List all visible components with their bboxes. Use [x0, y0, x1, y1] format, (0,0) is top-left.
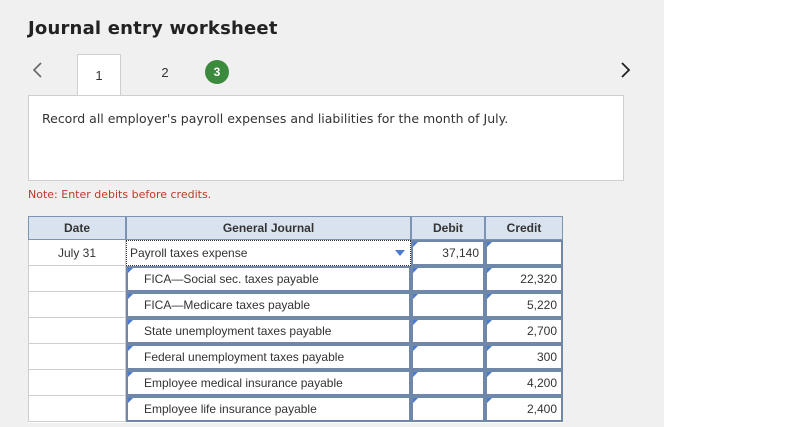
- date-cell[interactable]: [28, 370, 126, 396]
- credit-input[interactable]: [485, 240, 563, 266]
- cell-marker-icon: [487, 242, 492, 247]
- credit-input[interactable]: 4,200: [485, 370, 563, 396]
- debit-value: 37,140: [442, 246, 479, 260]
- table-row: FICA—Medicare taxes payable 5,220: [28, 292, 563, 318]
- table-row: Federal unemployment taxes payable 300: [28, 344, 563, 370]
- cell-marker-icon: [128, 346, 133, 351]
- table-row: Employee medical insurance payable 4,200: [28, 370, 563, 396]
- account-select[interactable]: Payroll taxes expense: [126, 240, 411, 266]
- credit-value: 4,200: [526, 376, 557, 390]
- account-select[interactable]: FICA—Medicare taxes payable: [126, 292, 411, 318]
- account-select[interactable]: State unemployment taxes payable: [126, 318, 411, 344]
- table-row: FICA—Social sec. taxes payable 22,320: [28, 266, 563, 292]
- credit-value: 5,220: [526, 298, 557, 312]
- credit-value: 2,400: [526, 402, 557, 416]
- date-cell[interactable]: [28, 396, 126, 422]
- debit-input[interactable]: [411, 396, 485, 422]
- header-general-journal: General Journal: [126, 216, 411, 240]
- credit-value: 22,320: [520, 272, 557, 286]
- previous-arrow-icon[interactable]: [30, 58, 46, 82]
- debit-input[interactable]: [411, 370, 485, 396]
- credit-value: 2,700: [526, 324, 557, 338]
- header-debit: Debit: [411, 216, 485, 240]
- debit-input[interactable]: [411, 266, 485, 292]
- cell-marker-icon: [413, 398, 418, 403]
- account-label: FICA—Medicare taxes payable: [144, 298, 311, 312]
- cell-marker-icon: [487, 372, 492, 377]
- journal-table: Date General Journal Debit Credit July 3…: [28, 216, 563, 423]
- credit-input[interactable]: 2,400: [485, 396, 563, 422]
- header-date: Date: [28, 216, 126, 240]
- cell-marker-icon: [487, 320, 492, 325]
- cell-marker-icon: [128, 268, 133, 273]
- cell-marker-icon: [413, 294, 418, 299]
- cell-marker-icon: [487, 268, 492, 273]
- cell-marker-icon: [413, 320, 418, 325]
- cell-marker-icon: [128, 398, 133, 403]
- credit-input[interactable]: 5,220: [485, 292, 563, 318]
- cell-marker-icon: [487, 294, 492, 299]
- step-tab-3[interactable]: 3: [205, 60, 229, 84]
- header-credit: Credit: [485, 216, 563, 240]
- next-arrow-icon[interactable]: [617, 58, 633, 82]
- cell-marker-icon: [487, 398, 492, 403]
- account-select[interactable]: Employee life insurance payable: [126, 396, 411, 422]
- blank-area: [664, 0, 805, 427]
- account-label: State unemployment taxes payable: [144, 324, 332, 338]
- cell-marker-icon: [487, 346, 492, 351]
- cell-marker-icon: [128, 294, 133, 299]
- credit-input[interactable]: 22,320: [485, 266, 563, 292]
- debit-input[interactable]: [411, 344, 485, 370]
- account-label: Federal unemployment taxes payable: [144, 350, 345, 364]
- worksheet-panel: Journal entry worksheet 1 2 3 Record all…: [0, 0, 664, 427]
- cell-marker-icon: [128, 372, 133, 377]
- account-label: Payroll taxes expense: [130, 246, 248, 260]
- date-cell[interactable]: July 31: [28, 240, 126, 266]
- instruction-text: Record all employer's payroll expenses a…: [42, 111, 509, 126]
- cell-marker-icon: [128, 320, 133, 325]
- cell-marker-icon: [413, 242, 418, 247]
- instruction-box: Record all employer's payroll expenses a…: [28, 95, 624, 181]
- credit-input[interactable]: 2,700: [485, 318, 563, 344]
- date-cell[interactable]: [28, 318, 126, 344]
- table-row: July 31 Payroll taxes expense 37,140: [28, 240, 563, 266]
- cell-marker-icon: [413, 268, 418, 273]
- credit-input[interactable]: 300: [485, 344, 563, 370]
- date-cell[interactable]: [28, 344, 126, 370]
- step-tab-1[interactable]: 1: [77, 54, 121, 95]
- dropdown-arrow-icon[interactable]: [395, 250, 405, 256]
- account-label: Employee life insurance payable: [144, 402, 317, 416]
- account-label: Employee medical insurance payable: [144, 376, 343, 390]
- page-title: Journal entry worksheet: [28, 18, 278, 39]
- account-select[interactable]: FICA—Social sec. taxes payable: [126, 266, 411, 292]
- note-text: Note: Enter debits before credits.: [28, 188, 212, 201]
- account-label: FICA—Social sec. taxes payable: [144, 272, 319, 286]
- debit-input[interactable]: [411, 318, 485, 344]
- table-row: State unemployment taxes payable 2,700: [28, 318, 563, 344]
- table-row: Employee life insurance payable 2,400: [28, 396, 563, 422]
- cell-marker-icon: [413, 372, 418, 377]
- date-cell[interactable]: [28, 266, 126, 292]
- debit-input[interactable]: 37,140: [411, 240, 485, 266]
- credit-value: 300: [536, 350, 557, 364]
- debit-input[interactable]: [411, 292, 485, 318]
- account-select[interactable]: Federal unemployment taxes payable: [126, 344, 411, 370]
- account-select[interactable]: Employee medical insurance payable: [126, 370, 411, 396]
- date-cell[interactable]: [28, 292, 126, 318]
- cell-marker-icon: [413, 346, 418, 351]
- step-tab-2[interactable]: 2: [147, 54, 183, 90]
